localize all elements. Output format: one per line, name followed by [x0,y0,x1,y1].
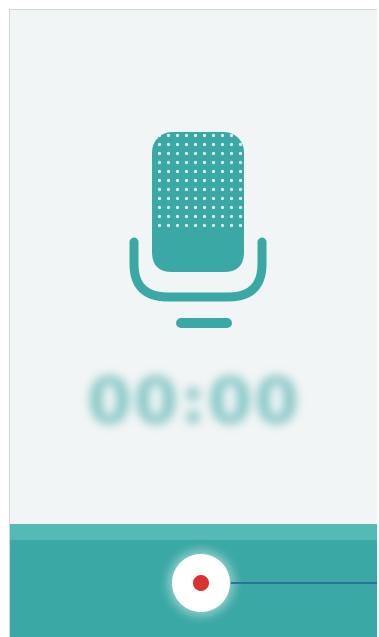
microphone-icon [128,122,268,342]
record-button[interactable] [172,554,230,612]
callout-pointer-line [231,582,377,584]
voice-recorder-screen: 00:00 [9,9,377,637]
bar-divider [10,524,377,540]
record-dot-icon [193,575,209,591]
bottom-control-bar [10,524,377,637]
elapsed-time: 00:00 [87,365,301,439]
